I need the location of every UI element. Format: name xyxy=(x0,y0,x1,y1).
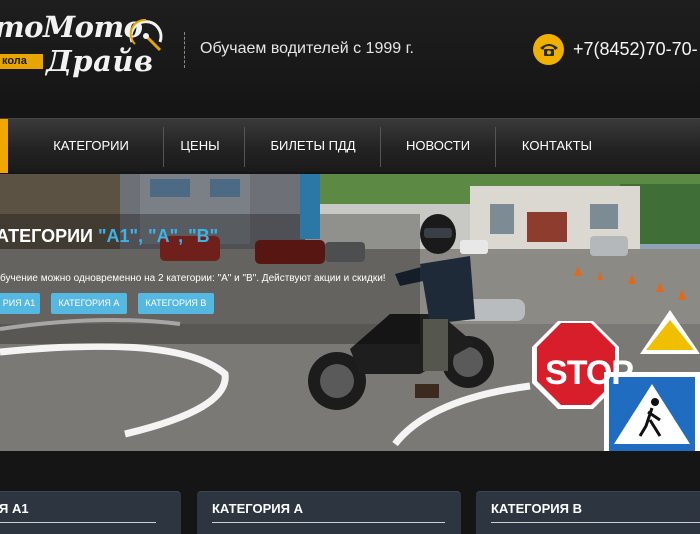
card-title: КАТЕГОРИЯ А xyxy=(212,501,303,516)
nav-item-pdd-tickets[interactable]: БИЛЕТЫ ПДД xyxy=(256,119,370,173)
card-divider xyxy=(491,522,700,523)
logo-text-bottom: Драйв xyxy=(46,44,154,78)
site-header: тоМото кола Драйв Обучаем водителей с 19… xyxy=(0,0,700,100)
phone-number[interactable]: +7(8452)70-70- xyxy=(573,39,698,60)
logo-school-badge: кола xyxy=(0,54,43,69)
header-divider xyxy=(184,32,185,68)
card-category-b[interactable]: КАТЕГОРИЯ В xyxy=(476,491,700,534)
stop-sign-label: STOP xyxy=(545,354,634,392)
nav-item-prices[interactable]: ЦЕНЫ xyxy=(168,119,232,173)
page: тоМото кола Драйв Обучаем водителей с 19… xyxy=(0,0,700,534)
card-divider xyxy=(212,522,445,523)
hero-title-prefix: АТЕГОРИИ xyxy=(0,226,98,246)
telephone-icon xyxy=(533,34,564,65)
nav-item-contacts[interactable]: КОНТАКТЫ xyxy=(507,119,607,173)
hero-description: бучение можно одновременно на 2 категори… xyxy=(0,273,386,284)
category-a1-button[interactable]: РИЯ А1 xyxy=(0,293,40,314)
hero-slider[interactable]: STOP АТЕГОРИИ "А1", "А", "В" бучение мож… xyxy=(0,174,700,451)
nav-divider xyxy=(163,127,164,167)
nav-item-news[interactable]: НОВОСТИ xyxy=(392,119,484,173)
card-title: Я А1 xyxy=(0,501,29,516)
card-category-a[interactable]: КАТЕГОРИЯ А xyxy=(197,491,461,534)
nav-item-categories[interactable]: КАТЕГОРИИ xyxy=(36,119,146,173)
hero-title-highlight: "А1", "А", "В" xyxy=(97,226,219,246)
nav-item-home-active[interactable] xyxy=(0,119,8,173)
card-divider xyxy=(0,522,156,523)
header-slogan: Обучаем водителей с 1999 г. xyxy=(200,40,414,57)
logo-text-top: тоМото xyxy=(0,10,143,44)
nav-divider xyxy=(244,127,245,167)
nav-divider xyxy=(495,127,496,167)
main-nav: КАТЕГОРИИ ЦЕНЫ БИЛЕТЫ ПДД НОВОСТИ КОНТАК… xyxy=(0,118,700,173)
category-b-button[interactable]: КАТЕГОРИЯ В xyxy=(138,293,214,314)
category-a-button[interactable]: КАТЕГОРИЯ А xyxy=(51,293,127,314)
card-title: КАТЕГОРИЯ В xyxy=(491,501,582,516)
hero-title: АТЕГОРИИ "А1", "А", "В" xyxy=(0,226,218,247)
nav-divider xyxy=(380,127,381,167)
card-category-a1[interactable]: Я А1 xyxy=(0,491,181,534)
